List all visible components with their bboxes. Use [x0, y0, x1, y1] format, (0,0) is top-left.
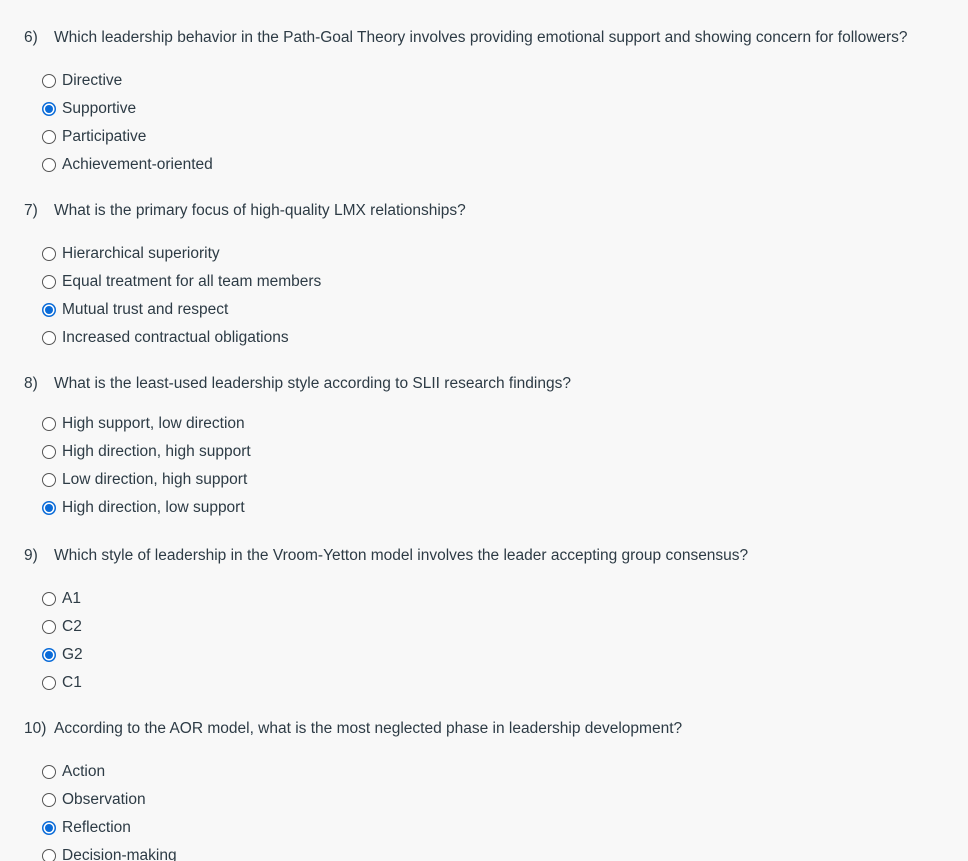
radio-button[interactable]: [42, 130, 56, 144]
option-label: Hierarchical superiority: [62, 245, 220, 262]
option-decision-making[interactable]: Decision-making: [42, 842, 177, 861]
question-text: 7) What is the primary focus of high-qual…: [24, 201, 466, 221]
option-high-direction-low-support[interactable]: High direction, low support: [42, 494, 251, 522]
option-label: Supportive: [62, 100, 137, 117]
question-number: 7): [24, 202, 38, 219]
option-c1[interactable]: C1: [42, 669, 83, 697]
option-reflection[interactable]: Reflection: [42, 814, 177, 842]
question-prompt: What is the primary focus of high-qualit…: [54, 202, 466, 219]
option-achievement-oriented[interactable]: Achievement-oriented: [42, 151, 213, 179]
question-prompt: According to the AOR model, what is the …: [54, 720, 683, 737]
option-label: Low direction, high support: [62, 471, 248, 488]
question-number: 10): [24, 720, 47, 737]
options-list: A1 C2 G2 C1: [42, 585, 83, 697]
option-label: C2: [62, 618, 82, 635]
radio-button[interactable]: [42, 331, 56, 345]
radio-button-selected[interactable]: [42, 501, 56, 515]
radio-button[interactable]: [42, 473, 56, 487]
options-list: High support, low direction High directi…: [42, 410, 251, 522]
question-text: 10) According to the AOR model, what is t…: [24, 719, 682, 739]
radio-button[interactable]: [42, 765, 56, 779]
radio-button[interactable]: [42, 74, 56, 88]
option-label: Achievement-oriented: [62, 156, 213, 173]
option-a1[interactable]: A1: [42, 585, 83, 613]
option-label: Decision-making: [62, 847, 177, 861]
option-label: A1: [62, 590, 81, 607]
quiz-container: 6) Which leadership behavior in the Path-…: [0, 0, 968, 861]
option-label: Reflection: [62, 819, 131, 836]
radio-button[interactable]: [42, 417, 56, 431]
option-contractual-obligations[interactable]: Increased contractual obligations: [42, 324, 321, 352]
option-label: Mutual trust and respect: [62, 301, 229, 318]
radio-button[interactable]: [42, 676, 56, 690]
question-prompt: Which leadership behavior in the Path-Go…: [54, 29, 908, 46]
radio-button[interactable]: [42, 247, 56, 261]
option-mutual-trust[interactable]: Mutual trust and respect: [42, 296, 321, 324]
options-list: Action Observation Reflection Decision-m…: [42, 758, 177, 861]
option-label: G2: [62, 646, 83, 663]
option-participative[interactable]: Participative: [42, 123, 213, 151]
options-list: Hierarchical superiority Equal treatment…: [42, 240, 321, 352]
option-label: Participative: [62, 128, 147, 145]
option-label: Equal treatment for all team members: [62, 273, 322, 290]
option-equal-treatment[interactable]: Equal treatment for all team members: [42, 268, 321, 296]
radio-button[interactable]: [42, 445, 56, 459]
option-c2[interactable]: C2: [42, 613, 83, 641]
option-observation[interactable]: Observation: [42, 786, 177, 814]
question-prompt: Which style of leadership in the Vroom-Y…: [54, 547, 749, 564]
radio-button-selected[interactable]: [42, 821, 56, 835]
question-text: 8) What is the least-used leadership styl…: [24, 374, 571, 394]
radio-button[interactable]: [42, 793, 56, 807]
question-prompt: What is the least-used leadership style …: [54, 375, 571, 392]
question-text: 6) Which leadership behavior in the Path-…: [24, 28, 908, 48]
option-label: Action: [62, 763, 106, 780]
option-low-direction-high-support[interactable]: Low direction, high support: [42, 466, 251, 494]
radio-button[interactable]: [42, 620, 56, 634]
option-supportive[interactable]: Supportive: [42, 95, 213, 123]
option-hierarchical-superiority[interactable]: Hierarchical superiority: [42, 240, 321, 268]
radio-button[interactable]: [42, 849, 56, 861]
options-list: Directive Supportive Participative Achie…: [42, 67, 213, 179]
radio-button[interactable]: [42, 158, 56, 172]
question-number: 8): [24, 375, 38, 392]
option-label: High direction, high support: [62, 443, 251, 460]
option-high-support-low-direction[interactable]: High support, low direction: [42, 410, 251, 438]
option-g2[interactable]: G2: [42, 641, 83, 669]
option-label: Observation: [62, 791, 146, 808]
option-label: Increased contractual obligations: [62, 329, 289, 346]
radio-button[interactable]: [42, 275, 56, 289]
radio-button-selected[interactable]: [42, 648, 56, 662]
question-number: 6): [24, 29, 38, 46]
question-text: 9) Which style of leadership in the Vroom…: [24, 546, 748, 566]
option-label: Directive: [62, 72, 123, 89]
option-directive[interactable]: Directive: [42, 67, 213, 95]
option-high-direction-high-support[interactable]: High direction, high support: [42, 438, 251, 466]
radio-button-selected[interactable]: [42, 303, 56, 317]
option-label: C1: [62, 674, 82, 691]
option-label: High support, low direction: [62, 415, 245, 432]
option-label: High direction, low support: [62, 499, 245, 516]
option-action[interactable]: Action: [42, 758, 177, 786]
radio-button[interactable]: [42, 592, 56, 606]
radio-button-selected[interactable]: [42, 102, 56, 116]
question-number: 9): [24, 547, 38, 564]
